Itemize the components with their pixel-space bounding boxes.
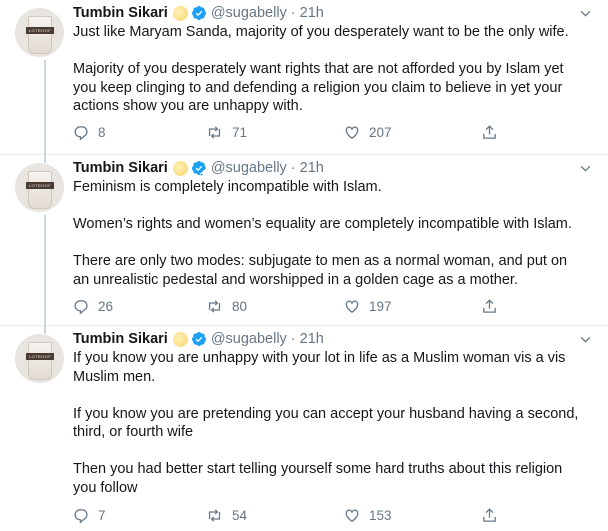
author-handle[interactable]: @sugabelly (211, 331, 287, 347)
retweet-button[interactable]: 80 (205, 298, 247, 315)
author-name[interactable]: Tumbin Sikari (73, 5, 168, 21)
separator-dot: · (290, 5, 296, 21)
author-handle[interactable]: @sugabelly (211, 160, 287, 176)
author-handle[interactable]: @sugabelly (211, 5, 287, 21)
like-count: 197 (369, 298, 392, 314)
avatar-cup-label: LOTEHOF (26, 353, 54, 360)
tweet-paragraph: Feminism is completely incompatible with… (73, 179, 382, 195)
reply-icon (73, 124, 90, 141)
chevron-down-icon[interactable] (579, 333, 592, 346)
separator-dot: · (290, 331, 296, 347)
heart-icon (343, 507, 361, 524)
tweet-actions: 26 80 197 (73, 296, 513, 316)
chevron-down-icon[interactable] (579, 162, 592, 175)
share-icon (481, 124, 498, 141)
heart-icon (343, 298, 361, 315)
author-name[interactable]: Tumbin Sikari (73, 160, 168, 176)
tweet-paragraph: If you know you are pretending you can a… (73, 405, 579, 441)
timestamp[interactable]: 21h (300, 160, 324, 176)
smiling-face-emoji-icon (172, 160, 188, 176)
retweet-icon (205, 124, 224, 141)
like-button[interactable]: 153 (343, 507, 392, 524)
tweet-paragraph: There are only two modes: subjugate to m… (73, 253, 568, 288)
retweet-button[interactable]: 54 (205, 507, 247, 524)
tweet-paragraph: If you know you are unhappy with your lo… (73, 350, 566, 385)
retweet-button[interactable]: 71 (205, 124, 247, 141)
reply-icon (73, 507, 90, 524)
tweet[interactable]: LOTEHOF Tumbin Sikari @sugabelly · 21h I… (0, 326, 608, 531)
avatar[interactable]: LOTEHOF (15, 334, 64, 383)
tweet-text: Feminism is completely incompatible with… (73, 178, 583, 289)
tweet-paragraph: Majority of you desperately want rights … (73, 61, 564, 114)
tweet-actions: 8 71 207 (73, 122, 513, 142)
like-button[interactable]: 207 (343, 124, 392, 141)
like-button[interactable]: 197 (343, 298, 392, 315)
retweet-icon (205, 507, 224, 524)
avatar[interactable]: LOTEHOF (15, 8, 64, 57)
retweet-icon (205, 298, 224, 315)
tweet-text: If you know you are unhappy with your lo… (73, 349, 583, 497)
like-count: 207 (369, 124, 392, 140)
thread-connector-line (44, 155, 46, 163)
thread-connector-line (44, 60, 46, 155)
chevron-down-icon[interactable] (579, 7, 592, 20)
tweet[interactable]: LOTEHOF Tumbin Sikari @sugabelly · 21h F… (0, 155, 608, 326)
retweet-count: 54 (232, 507, 248, 523)
author-name[interactable]: Tumbin Sikari (73, 331, 168, 347)
avatar[interactable]: LOTEHOF (15, 163, 64, 212)
heart-icon (343, 124, 361, 141)
like-count: 153 (369, 507, 392, 523)
avatar-cup-label: LOTEHOF (26, 27, 54, 34)
verified-badge-icon (191, 5, 207, 21)
timestamp[interactable]: 21h (300, 331, 324, 347)
tweet-actions: 7 54 153 (73, 505, 513, 525)
thread-connector-line (44, 215, 46, 326)
reply-button[interactable]: 8 (73, 124, 106, 141)
tweet-thread: LOTEHOF Tumbin Sikari @sugabelly · 21h J… (0, 0, 608, 531)
share-button[interactable] (481, 124, 498, 141)
share-icon (481, 298, 498, 315)
reply-button[interactable]: 26 (73, 298, 113, 315)
share-button[interactable] (481, 298, 498, 315)
tweet-header: Tumbin Sikari @sugabelly · 21h (73, 329, 324, 349)
smiling-face-emoji-icon (172, 331, 188, 347)
reply-count: 26 (98, 298, 114, 314)
smiling-face-emoji-icon (172, 5, 188, 21)
tweet-header: Tumbin Sikari @sugabelly · 21h (73, 3, 324, 23)
tweet-paragraph: Women’s rights and women’s equality are … (73, 216, 572, 232)
avatar-cup-label: LOTEHOF (26, 182, 54, 189)
tweet-text: Just like Maryam Sanda, majority of you … (73, 23, 583, 116)
retweet-count: 71 (232, 124, 248, 140)
retweet-count: 80 (232, 298, 248, 314)
reply-icon (73, 298, 90, 315)
share-button[interactable] (481, 507, 498, 524)
tweet[interactable]: LOTEHOF Tumbin Sikari @sugabelly · 21h J… (0, 0, 608, 155)
timestamp[interactable]: 21h (300, 5, 324, 21)
verified-badge-icon (191, 160, 207, 176)
share-icon (481, 507, 498, 524)
separator-dot: · (290, 160, 296, 176)
tweet-paragraph: Then you had better start telling yourse… (73, 461, 563, 496)
reply-count: 8 (98, 124, 106, 140)
tweet-header: Tumbin Sikari @sugabelly · 21h (73, 158, 324, 178)
reply-button[interactable]: 7 (73, 507, 106, 524)
reply-count: 7 (98, 507, 106, 523)
tweet-paragraph: Just like Maryam Sanda, majority of you … (73, 24, 569, 40)
verified-badge-icon (191, 331, 207, 347)
thread-connector-line (44, 326, 46, 334)
